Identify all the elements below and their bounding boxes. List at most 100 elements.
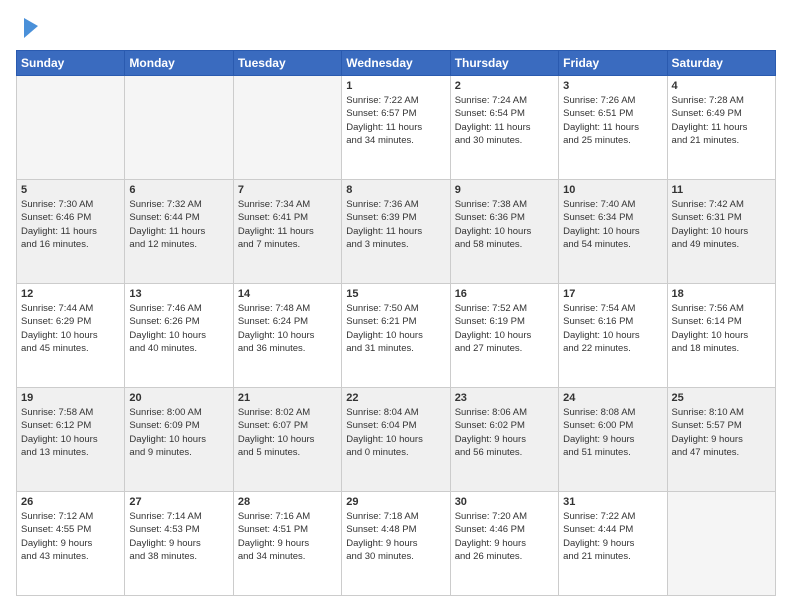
day-info: Sunrise: 7:24 AM Sunset: 6:54 PM Dayligh…: [455, 94, 554, 147]
day-info: Sunrise: 7:30 AM Sunset: 6:46 PM Dayligh…: [21, 198, 120, 251]
day-info: Sunrise: 7:52 AM Sunset: 6:19 PM Dayligh…: [455, 302, 554, 355]
day-cell: 4Sunrise: 7:28 AM Sunset: 6:49 PM Daylig…: [667, 76, 775, 180]
day-cell: 13 Sunrise: 7:46 AM Sunset: 6:26 PM Dayli…: [125, 284, 233, 388]
day-number: 30: [455, 496, 554, 508]
day-number: 6: [129, 184, 228, 196]
page: SundayMondayTuesdayWednesdayThursdayFrid…: [0, 0, 792, 612]
day-number: 1: [346, 80, 445, 92]
day-number: 3: [563, 80, 662, 92]
week-row-5: 26 Sunrise: 7:12 AM Sunset: 4:55 PM Dayli…: [17, 492, 776, 596]
day-cell: 3 Sunrise: 7:26 AM Sunset: 6:51 PM Daylig…: [559, 76, 667, 180]
day-number: 2: [455, 80, 554, 92]
day-info: Sunrise: 7:40 AM Sunset: 6:34 PM Dayligh…: [563, 198, 662, 251]
day-cell: 20 Sunrise: 8:00 AM Sunset: 6:09 PM Dayli…: [125, 388, 233, 492]
weekday-sunday: Sunday: [17, 51, 125, 76]
day-info: Sunrise: 7:54 AM Sunset: 6:16 PM Dayligh…: [563, 302, 662, 355]
day-cell: 30 Sunrise: 7:20 AM Sunset: 4:46 PM Dayli…: [450, 492, 558, 596]
day-cell: 22 Sunrise: 8:04 AM Sunset: 6:04 PM Dayli…: [342, 388, 450, 492]
day-info: Sunrise: 7:48 AM Sunset: 6:24 PM Dayligh…: [238, 302, 337, 355]
day-number: 13: [129, 288, 228, 300]
weekday-thursday: Thursday: [450, 51, 558, 76]
day-cell: 31Sunrise: 7:22 AM Sunset: 4:44 PM Dayli…: [559, 492, 667, 596]
day-number: 5: [21, 184, 120, 196]
day-number: 12: [21, 288, 120, 300]
day-info: Sunrise: 7:56 AM Sunset: 6:14 PM Dayligh…: [672, 302, 771, 355]
day-info: Sunrise: 7:18 AM Sunset: 4:48 PM Dayligh…: [346, 510, 445, 563]
day-info: Sunrise: 8:04 AM Sunset: 6:04 PM Dayligh…: [346, 406, 445, 459]
day-cell: 6 Sunrise: 7:32 AM Sunset: 6:44 PM Daylig…: [125, 180, 233, 284]
weekday-friday: Friday: [559, 51, 667, 76]
day-number: 22: [346, 392, 445, 404]
day-cell: 26 Sunrise: 7:12 AM Sunset: 4:55 PM Dayli…: [17, 492, 125, 596]
logo: [16, 16, 40, 40]
weekday-saturday: Saturday: [667, 51, 775, 76]
day-info: Sunrise: 8:00 AM Sunset: 6:09 PM Dayligh…: [129, 406, 228, 459]
day-number: 26: [21, 496, 120, 508]
day-cell: [233, 76, 341, 180]
day-cell: 27 Sunrise: 7:14 AM Sunset: 4:53 PM Dayli…: [125, 492, 233, 596]
week-row-4: 19 Sunrise: 7:58 AM Sunset: 6:12 PM Dayli…: [17, 388, 776, 492]
day-number: 7: [238, 184, 337, 196]
day-cell: 15Sunrise: 7:50 AM Sunset: 6:21 PM Dayli…: [342, 284, 450, 388]
day-cell: 28 Sunrise: 7:16 AM Sunset: 4:51 PM Dayli…: [233, 492, 341, 596]
day-cell: 17 Sunrise: 7:54 AM Sunset: 6:16 PM Dayli…: [559, 284, 667, 388]
day-cell: 9 Sunrise: 7:38 AM Sunset: 6:36 PM Daylig…: [450, 180, 558, 284]
day-info: Sunrise: 7:46 AM Sunset: 6:26 PM Dayligh…: [129, 302, 228, 355]
day-cell: 11Sunrise: 7:42 AM Sunset: 6:31 PM Dayli…: [667, 180, 775, 284]
day-number: 10: [563, 184, 662, 196]
day-number: 18: [672, 288, 771, 300]
day-info: Sunrise: 7:12 AM Sunset: 4:55 PM Dayligh…: [21, 510, 120, 563]
day-number: 14: [238, 288, 337, 300]
day-number: 23: [455, 392, 554, 404]
day-number: 15: [346, 288, 445, 300]
day-number: 20: [129, 392, 228, 404]
day-cell: 29 Sunrise: 7:18 AM Sunset: 4:48 PM Dayli…: [342, 492, 450, 596]
day-number: 19: [21, 392, 120, 404]
week-row-1: 1 Sunrise: 7:22 AM Sunset: 6:57 PM Daylig…: [17, 76, 776, 180]
day-info: Sunrise: 7:32 AM Sunset: 6:44 PM Dayligh…: [129, 198, 228, 251]
day-cell: [667, 492, 775, 596]
day-info: Sunrise: 7:26 AM Sunset: 6:51 PM Dayligh…: [563, 94, 662, 147]
header: [16, 16, 776, 40]
day-cell: 1 Sunrise: 7:22 AM Sunset: 6:57 PM Daylig…: [342, 76, 450, 180]
weekday-header-row: SundayMondayTuesdayWednesdayThursdayFrid…: [17, 51, 776, 76]
day-cell: 2 Sunrise: 7:24 AM Sunset: 6:54 PM Daylig…: [450, 76, 558, 180]
day-cell: 16 Sunrise: 7:52 AM Sunset: 6:19 PM Dayli…: [450, 284, 558, 388]
day-info: Sunrise: 7:28 AM Sunset: 6:49 PM Dayligh…: [672, 94, 771, 147]
weekday-monday: Monday: [125, 51, 233, 76]
day-info: Sunrise: 7:16 AM Sunset: 4:51 PM Dayligh…: [238, 510, 337, 563]
day-number: 25: [672, 392, 771, 404]
calendar-table: SundayMondayTuesdayWednesdayThursdayFrid…: [16, 50, 776, 596]
day-info: Sunrise: 7:20 AM Sunset: 4:46 PM Dayligh…: [455, 510, 554, 563]
day-cell: 24Sunrise: 8:08 AM Sunset: 6:00 PM Dayli…: [559, 388, 667, 492]
day-info: Sunrise: 7:58 AM Sunset: 6:12 PM Dayligh…: [21, 406, 120, 459]
day-cell: 12 Sunrise: 7:44 AM Sunset: 6:29 PM Dayli…: [17, 284, 125, 388]
day-info: Sunrise: 7:34 AM Sunset: 6:41 PM Dayligh…: [238, 198, 337, 251]
day-number: 8: [346, 184, 445, 196]
day-cell: 18 Sunrise: 7:56 AM Sunset: 6:14 PM Dayli…: [667, 284, 775, 388]
day-number: 9: [455, 184, 554, 196]
day-number: 17: [563, 288, 662, 300]
day-number: 24: [563, 392, 662, 404]
day-number: 28: [238, 496, 337, 508]
week-row-3: 12 Sunrise: 7:44 AM Sunset: 6:29 PM Dayli…: [17, 284, 776, 388]
day-cell: 5 Sunrise: 7:30 AM Sunset: 6:46 PM Daylig…: [17, 180, 125, 284]
day-info: Sunrise: 7:36 AM Sunset: 6:39 PM Dayligh…: [346, 198, 445, 251]
day-number: 29: [346, 496, 445, 508]
day-info: Sunrise: 7:44 AM Sunset: 6:29 PM Dayligh…: [21, 302, 120, 355]
day-info: Sunrise: 7:42 AM Sunset: 6:31 PM Dayligh…: [672, 198, 771, 251]
day-info: Sunrise: 7:14 AM Sunset: 4:53 PM Dayligh…: [129, 510, 228, 563]
day-cell: 7 Sunrise: 7:34 AM Sunset: 6:41 PM Daylig…: [233, 180, 341, 284]
day-cell: 21Sunrise: 8:02 AM Sunset: 6:07 PM Dayli…: [233, 388, 341, 492]
weekday-tuesday: Tuesday: [233, 51, 341, 76]
day-number: 27: [129, 496, 228, 508]
day-info: Sunrise: 7:22 AM Sunset: 6:57 PM Dayligh…: [346, 94, 445, 147]
day-cell: 10 Sunrise: 7:40 AM Sunset: 6:34 PM Dayli…: [559, 180, 667, 284]
day-info: Sunrise: 7:22 AM Sunset: 4:44 PM Dayligh…: [563, 510, 662, 563]
week-row-2: 5 Sunrise: 7:30 AM Sunset: 6:46 PM Daylig…: [17, 180, 776, 284]
day-number: 16: [455, 288, 554, 300]
day-cell: 23Sunrise: 8:06 AM Sunset: 6:02 PM Dayli…: [450, 388, 558, 492]
day-info: Sunrise: 7:38 AM Sunset: 6:36 PM Dayligh…: [455, 198, 554, 251]
day-info: Sunrise: 8:10 AM Sunset: 5:57 PM Dayligh…: [672, 406, 771, 459]
day-cell: 14 Sunrise: 7:48 AM Sunset: 6:24 PM Dayli…: [233, 284, 341, 388]
